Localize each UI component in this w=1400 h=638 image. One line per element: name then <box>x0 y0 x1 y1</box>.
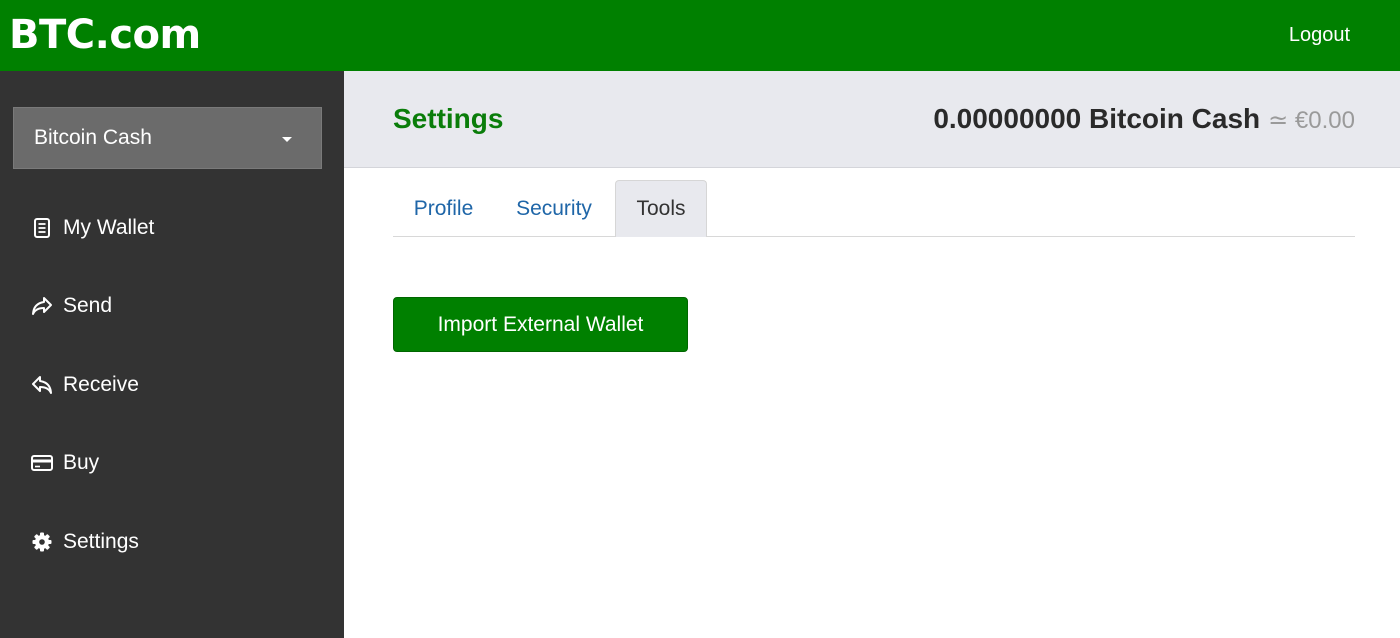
settings-tabs: Profile Security Tools <box>393 180 1355 237</box>
sidebar-item-label: My Wallet <box>63 216 155 239</box>
sidebar-item-my-wallet[interactable]: My Wallet <box>31 213 154 243</box>
logout-link[interactable]: Logout <box>1289 22 1350 48</box>
logo[interactable]: BTC.com <box>9 10 201 60</box>
page-header: Settings 0.00000000 Bitcoin Cash ≃ €0.00 <box>344 71 1400 168</box>
sidebar: Bitcoin Cash My Wallet Send Receive Buy … <box>0 71 344 638</box>
import-external-wallet-button[interactable]: Import External Wallet <box>393 297 688 352</box>
page-title: Settings <box>393 103 504 134</box>
wallet-icon <box>31 217 53 239</box>
sidebar-item-receive[interactable]: Receive <box>31 370 139 400</box>
sidebar-item-label: Buy <box>63 451 100 474</box>
sidebar-item-label: Receive <box>63 373 139 396</box>
tab-security[interactable]: Security <box>494 180 614 237</box>
sidebar-item-label: Send <box>63 294 113 317</box>
balance: 0.00000000 Bitcoin Cash ≃ €0.00 <box>933 102 1355 138</box>
gear-icon <box>31 531 53 553</box>
send-icon <box>31 295 53 317</box>
sidebar-item-send[interactable]: Send <box>31 291 112 321</box>
receive-icon <box>31 374 53 396</box>
sidebar-item-buy[interactable]: Buy <box>31 448 99 478</box>
currency-select-value: Bitcoin Cash <box>34 126 152 149</box>
tab-tools[interactable]: Tools <box>615 180 707 237</box>
tab-profile[interactable]: Profile <box>393 180 494 237</box>
sidebar-item-label: Settings <box>63 530 139 553</box>
balance-fiat: ≃ €0.00 <box>1268 107 1355 134</box>
sidebar-item-settings[interactable]: Settings <box>31 527 139 557</box>
top-bar: BTC.com Logout <box>0 0 1400 71</box>
balance-amount: 0.00000000 Bitcoin Cash <box>933 103 1261 134</box>
currency-select[interactable]: Bitcoin Cash <box>13 107 322 169</box>
credit-card-icon <box>31 452 53 474</box>
chevron-down-icon <box>282 137 292 142</box>
